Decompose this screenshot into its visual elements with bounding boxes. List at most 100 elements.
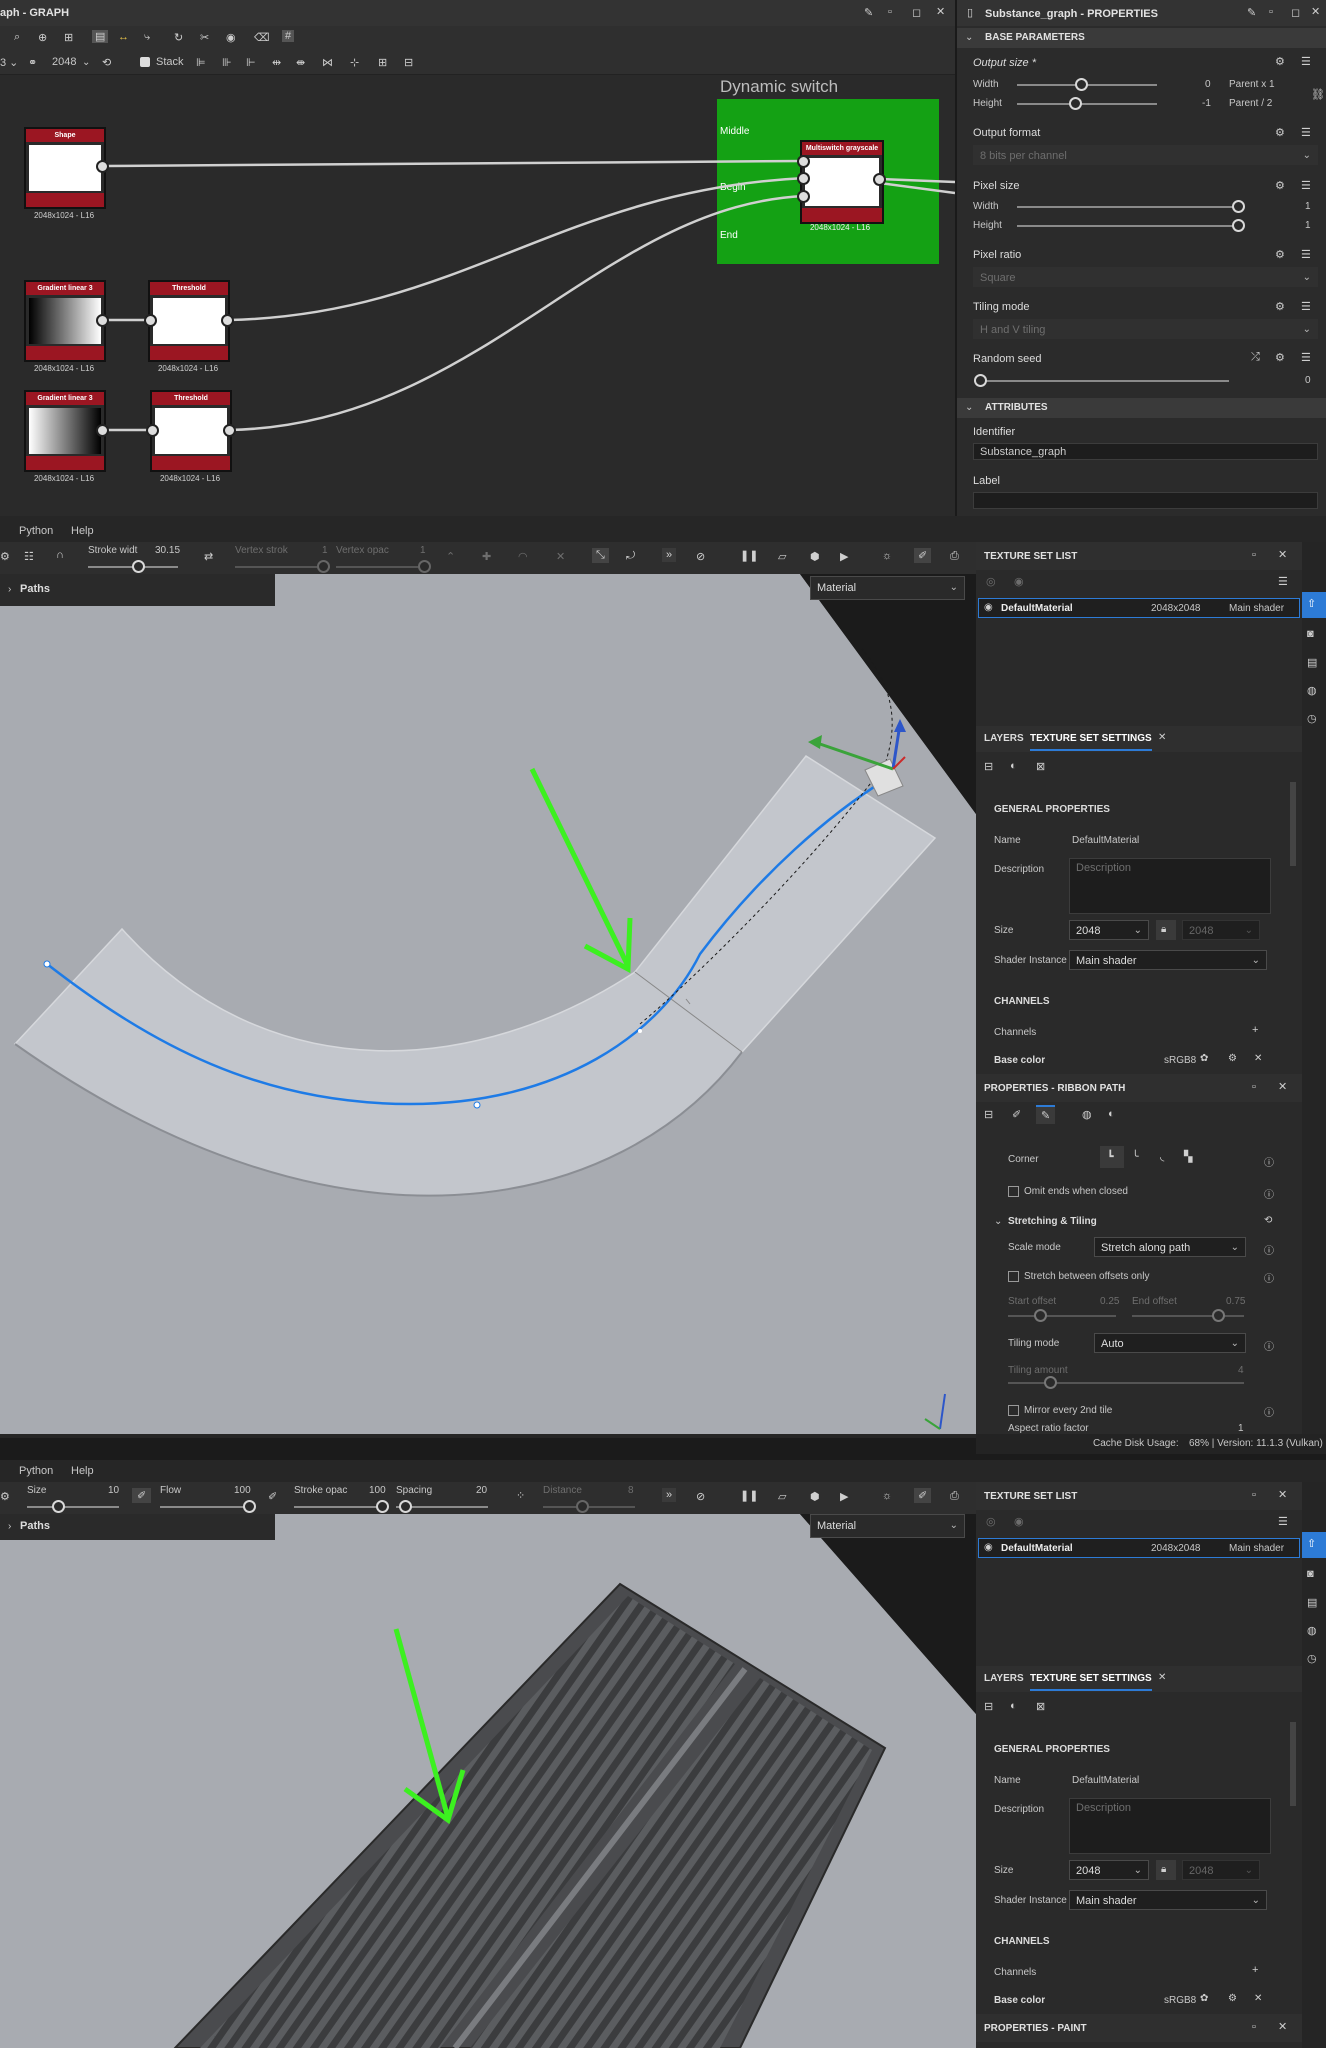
node-gradient-linear-2[interactable]: Gradient linear 3 (24, 390, 106, 472)
distance-slider[interactable] (576, 1500, 589, 1513)
magnet-icon[interactable]: ∩ (56, 549, 64, 561)
float-icon[interactable]: ▫ (1269, 6, 1273, 18)
corner-square-button[interactable]: ┗ (1100, 1146, 1124, 1168)
grid-icon[interactable]: # (282, 30, 295, 42)
maximize-icon[interactable]: ◻ (912, 6, 921, 19)
viewport-mode-dropdown[interactable]: Material ⌄ (810, 576, 965, 600)
close-icon[interactable]: ✕ (1278, 1080, 1287, 1093)
camera-icon[interactable]: ◉ (226, 31, 236, 44)
remove-channel-icon[interactable]: ✕ (1254, 1053, 1262, 1064)
random-seed-slider[interactable] (974, 374, 987, 387)
float-icon[interactable]: ▫ (1252, 1489, 1256, 1501)
curve-icon[interactable]: ◠ (518, 550, 528, 563)
distribute-v-icon[interactable]: ⇼ (296, 56, 305, 69)
visibility-toggle-icon[interactable]: ◎ (986, 1515, 996, 1528)
shelf-icon[interactable]: ▤ (1307, 1596, 1317, 1609)
node-input-port-middle[interactable] (797, 155, 810, 168)
tiling-mode-dropdown[interactable]: H and V tiling ⌄ (973, 319, 1318, 339)
attributes-header[interactable]: ⌄ ATTRIBUTES (957, 398, 1326, 418)
info-icon[interactable]: ⓘ (1264, 1242, 1274, 1257)
camera-icon[interactable]: ▶ (840, 550, 848, 563)
float-icon[interactable]: ▫ (1252, 549, 1256, 561)
shader-instance-dropdown[interactable]: Main shader ⌄ (1069, 950, 1267, 970)
function-icon[interactable]: ⚙ (1275, 179, 1285, 192)
transform-icon[interactable]: ⤡ (592, 548, 609, 563)
path-icon[interactable]: ✎ (1036, 1105, 1056, 1124)
search-icon[interactable]: ⌕ (14, 31, 20, 44)
stack-checkbox[interactable] (140, 57, 150, 67)
material-icon[interactable]: ◍ (1082, 1108, 1092, 1121)
function-icon[interactable]: ⚙ (1275, 351, 1285, 364)
lock-button[interactable]: 🔒︎ (1156, 1860, 1176, 1880)
node-output-port[interactable] (96, 160, 109, 173)
stroke-width-slider[interactable] (132, 560, 145, 573)
node-input-port[interactable] (146, 424, 159, 437)
base-parameters-header[interactable]: ⌄ BASE PARAMETERS (957, 28, 1326, 48)
close-icon[interactable]: ✕ (1278, 548, 1287, 561)
tab-layers[interactable]: LAYERS (984, 733, 1024, 744)
add-channel-icon[interactable]: + (1252, 1024, 1258, 1036)
sliders-icon[interactable]: ☷ (24, 550, 34, 563)
lock-button[interactable]: 🔒︎ (1156, 920, 1176, 940)
description-field[interactable]: Description (1069, 1798, 1271, 1854)
tab-layers[interactable]: LAYERS (984, 1673, 1024, 1684)
gear-icon[interactable]: ⚙ (1228, 1993, 1237, 2004)
link-size-icon[interactable]: ⚭ (28, 56, 37, 69)
corner-miter-icon[interactable]: ▚ (1184, 1150, 1192, 1163)
menu-icon[interactable]: ☰ (1301, 126, 1311, 139)
more-icon[interactable]: » (662, 1488, 677, 1502)
identifier-field[interactable]: Substance_graph (973, 443, 1318, 460)
size-locked-dropdown[interactable]: 2048 ⌄ (1182, 920, 1260, 940)
size-dropdown[interactable]: 2048 ⌄ (1069, 1860, 1149, 1880)
end-offset-slider[interactable] (1212, 1309, 1225, 1322)
output-height-slider[interactable] (1069, 97, 1082, 110)
brush-icon[interactable]: ✐ (914, 1488, 932, 1503)
eye-icon[interactable]: ◉ (1014, 575, 1024, 588)
node-shape[interactable]: Shape (24, 127, 106, 209)
close-icon[interactable]: ✕ (936, 5, 945, 18)
menu-icon[interactable]: ☰ (1301, 55, 1311, 68)
menu-icon[interactable]: ☰ (1301, 351, 1311, 364)
camera-icon[interactable]: ▶ (840, 1490, 848, 1503)
lazy-mouse-icon[interactable]: ⁘ (516, 1489, 525, 1502)
pause-icon[interactable]: ❚❚ (740, 1489, 758, 1502)
export-button[interactable]: ⇧ (1302, 592, 1326, 618)
menu-help[interactable]: Help (71, 525, 94, 537)
node-output-port[interactable] (873, 173, 886, 186)
function-icon[interactable]: ⚙ (1275, 300, 1285, 313)
remove-channel-icon[interactable]: ✕ (1254, 1993, 1262, 2004)
viewport-2d-icon[interactable]: ▱ (778, 1490, 786, 1503)
scrollbar[interactable] (1290, 1722, 1296, 1806)
rotate-icon[interactable]: ⤾ (626, 550, 635, 563)
pixel-ratio-dropdown[interactable]: Square ⌄ (973, 267, 1318, 287)
gear-icon[interactable]: ⚙ (1228, 1053, 1237, 1064)
swap-icon[interactable]: ⇄ (204, 550, 213, 563)
align-center-icon[interactable]: ⊪ (222, 56, 232, 69)
viewport-3d-icon[interactable]: ⬢ (810, 1490, 820, 1503)
scale-mode-dropdown[interactable]: Stretch along path ⌄ (1094, 1237, 1246, 1257)
reset-icon[interactable]: ⟲ (1264, 1215, 1272, 1226)
viewport-3d[interactable]: › Paths Material ⌄ (0, 1514, 976, 2048)
omit-ends-checkbox[interactable] (1008, 1186, 1019, 1197)
menu-icon[interactable]: ☰ (1278, 1515, 1288, 1528)
tab-texture-set-settings[interactable]: TEXTURE SET SETTINGS (1030, 1673, 1152, 1691)
tiling-mode-dropdown[interactable]: Auto ⌄ (1094, 1333, 1246, 1353)
zoom-dropdown[interactable]: 3 ⌄ (0, 56, 18, 69)
pin-icon[interactable]: ✎ (864, 6, 873, 19)
viewport-3d[interactable]: › Paths Material ⌄ (0, 574, 976, 1434)
frame-icon[interactable]: ▤ (92, 30, 109, 43)
chevron-down-icon[interactable]: ⌄ (994, 1216, 1002, 1227)
brush-icon[interactable]: ✐ (914, 548, 932, 563)
menu-icon[interactable]: ☰ (1278, 575, 1288, 588)
tools-icon[interactable]: ✂ (200, 31, 209, 44)
function-icon[interactable]: ⚙ (1275, 248, 1285, 261)
node-output-port[interactable] (96, 314, 109, 327)
add-node-icon[interactable]: ⊕ (38, 31, 47, 44)
corner-bevel-icon[interactable]: ◟ (1160, 1150, 1164, 1163)
close-icon[interactable]: ✕ (1311, 5, 1320, 18)
delete-point-icon[interactable]: ✕ (556, 550, 565, 563)
history-icon[interactable]: ◷ (1307, 712, 1317, 725)
menu-help[interactable]: Help (71, 1465, 94, 1477)
texture-set-row[interactable]: ◉ DefaultMaterial 2048x2048 Main shader (978, 1538, 1300, 1558)
brush-icon[interactable]: ✐ (1012, 1108, 1021, 1121)
